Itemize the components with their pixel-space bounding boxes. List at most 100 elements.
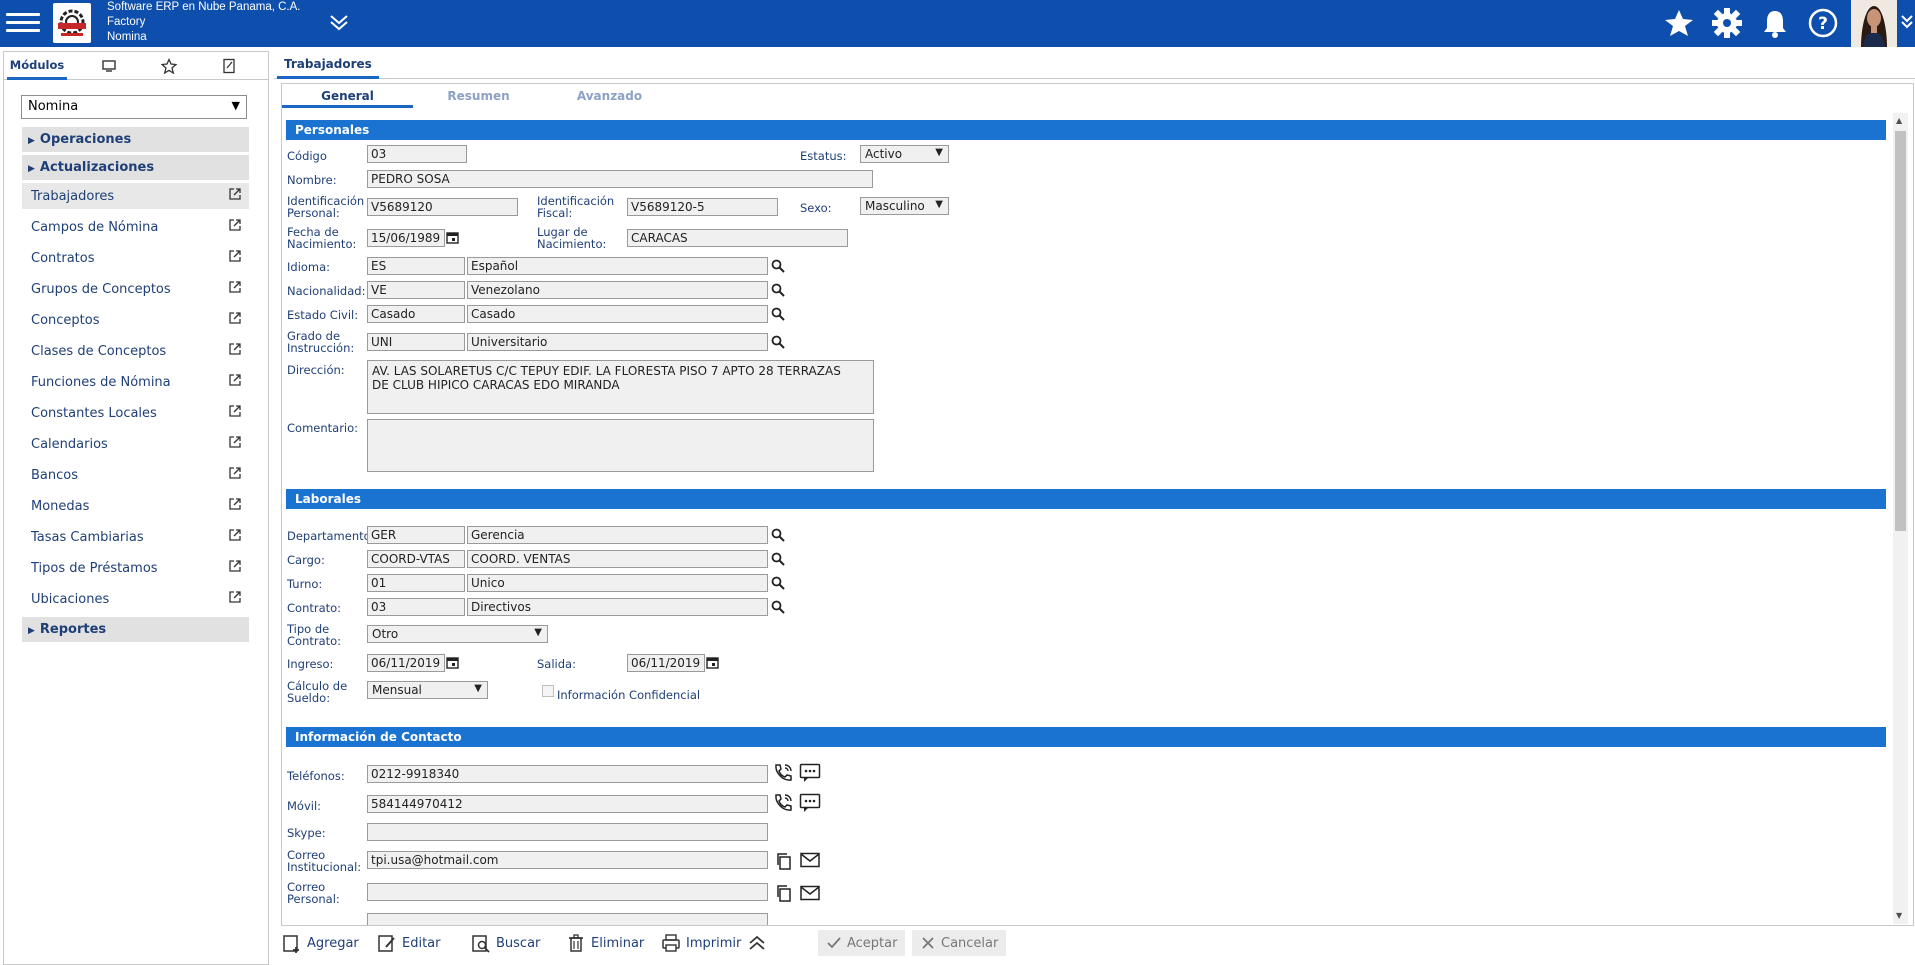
module-select[interactable]: Nomina ▼: [21, 95, 247, 119]
correo-pers-field[interactable]: [367, 883, 768, 901]
sidebar-item[interactable]: Tasas Cambiarias: [22, 524, 249, 550]
double-chevron-down-icon[interactable]: [328, 12, 350, 35]
calendar-icon[interactable]: [446, 656, 459, 672]
direccion-textarea[interactable]: AV. LAS SOLARETUS C/C TEPUY EDIF. LA FLO…: [367, 360, 874, 414]
user-avatar[interactable]: [1851, 0, 1897, 47]
search-icon[interactable]: [771, 600, 785, 617]
monitor-icon[interactable]: [94, 52, 124, 80]
editar-button[interactable]: Editar: [377, 930, 441, 956]
message-icon[interactable]: [799, 763, 821, 786]
grado-code-field[interactable]: UNI: [367, 333, 465, 351]
skype-field[interactable]: [367, 823, 768, 841]
correo-inst-field[interactable]: tpi.usa@hotmail.com: [367, 851, 768, 869]
telefonos-field[interactable]: 0212-9918340: [367, 765, 768, 783]
tipo-contrato-select[interactable]: Otro ▼: [367, 625, 548, 643]
open-external-icon[interactable]: [228, 497, 242, 514]
codigo-field[interactable]: 03: [367, 145, 467, 163]
open-external-icon[interactable]: [228, 528, 242, 545]
scrollbar-thumb[interactable]: [1895, 131, 1906, 531]
open-external-icon[interactable]: [228, 590, 242, 607]
favorites-star-icon[interactable]: [154, 52, 184, 80]
copy-icon[interactable]: [775, 852, 793, 873]
phone-call-icon[interactable]: [772, 793, 794, 816]
message-icon[interactable]: [799, 793, 821, 816]
phone-call-icon[interactable]: [772, 763, 794, 786]
open-external-icon[interactable]: [228, 218, 242, 235]
nacionalidad-code-field[interactable]: VE: [367, 281, 465, 299]
sidebar-item[interactable]: Clases de Conceptos: [22, 338, 249, 364]
collapse-toolbar-button[interactable]: [747, 930, 772, 956]
idioma-code-field[interactable]: ES: [367, 257, 465, 275]
open-external-icon[interactable]: [228, 249, 242, 266]
contrato-code-field[interactable]: 03: [367, 598, 465, 616]
sidebar-item[interactable]: Conceptos: [22, 307, 249, 333]
subtab-resumen[interactable]: Resumen: [413, 84, 544, 108]
departamento-code-field[interactable]: GER: [367, 526, 465, 544]
chevron-down-icon[interactable]: [1900, 12, 1914, 35]
mail-icon[interactable]: [800, 885, 820, 904]
search-icon[interactable]: [771, 552, 785, 569]
imprimir-button[interactable]: Imprimir: [661, 930, 741, 956]
copy-icon[interactable]: [775, 884, 793, 905]
sidebar-item[interactable]: Grupos de Conceptos: [22, 276, 249, 302]
bell-icon[interactable]: [1758, 6, 1792, 40]
sidebar-item[interactable]: Trabajadores: [22, 183, 249, 209]
notes-icon[interactable]: [214, 52, 244, 80]
cargo-code-field[interactable]: COORD-VTAS: [367, 550, 465, 568]
search-icon[interactable]: [771, 307, 785, 324]
confidencial-checkbox[interactable]: [542, 685, 554, 697]
estatus-select[interactable]: Activo ▼: [860, 145, 949, 163]
eliminar-button[interactable]: Eliminar: [566, 930, 644, 956]
comentario-textarea[interactable]: [367, 419, 874, 472]
open-external-icon[interactable]: [228, 187, 242, 204]
open-external-icon[interactable]: [228, 404, 242, 421]
open-external-icon[interactable]: [228, 435, 242, 452]
form-scrollbar[interactable]: ▲ ▼: [1893, 113, 1908, 924]
subtab-general[interactable]: General: [282, 84, 413, 108]
sidebar-item[interactable]: Bancos: [22, 462, 249, 488]
sidebar-item[interactable]: Ubicaciones: [22, 586, 249, 612]
mail-icon[interactable]: [800, 852, 820, 871]
salida-field[interactable]: 06/11/2019: [627, 654, 705, 672]
tab-trabajadores[interactable]: Trabajadores: [277, 51, 379, 79]
tab-modulos[interactable]: Módulos: [7, 52, 67, 80]
agregar-button[interactable]: Agregar: [282, 930, 359, 956]
open-external-icon[interactable]: [228, 311, 242, 328]
sexo-select[interactable]: Masculino ▼: [860, 197, 949, 215]
search-icon[interactable]: [771, 576, 785, 593]
fecha-nac-field[interactable]: 15/06/1989: [367, 229, 445, 247]
section-reportes[interactable]: ▶ Reportes: [22, 617, 249, 642]
search-icon[interactable]: [771, 335, 785, 352]
help-icon[interactable]: ?: [1806, 6, 1840, 40]
sidebar-item[interactable]: Calendarios: [22, 431, 249, 457]
sidebar-item[interactable]: Tipos de Préstamos: [22, 555, 249, 581]
ingreso-field[interactable]: 06/11/2019: [367, 654, 445, 672]
search-icon[interactable]: [771, 259, 785, 276]
next-field-partial[interactable]: [367, 913, 768, 925]
cancelar-button[interactable]: Cancelar: [912, 930, 1007, 956]
nombre-field[interactable]: PEDRO SOSA: [367, 170, 873, 188]
section-operaciones[interactable]: ▶ Operaciones: [22, 127, 249, 152]
open-external-icon[interactable]: [228, 373, 242, 390]
open-external-icon[interactable]: [228, 466, 242, 483]
id-personal-field[interactable]: V5689120: [367, 198, 518, 216]
gear-icon[interactable]: [1710, 6, 1744, 40]
open-external-icon[interactable]: [228, 342, 242, 359]
sidebar-item[interactable]: Monedas: [22, 493, 249, 519]
scroll-up-icon[interactable]: ▲: [1896, 116, 1902, 125]
buscar-button[interactable]: Buscar: [471, 930, 540, 956]
scroll-down-icon[interactable]: ▼: [1896, 911, 1902, 920]
sidebar-item[interactable]: Contratos: [22, 245, 249, 271]
open-external-icon[interactable]: [228, 559, 242, 576]
calculo-sueldo-select[interactable]: Mensual ▼: [367, 681, 488, 699]
search-icon[interactable]: [771, 283, 785, 300]
turno-code-field[interactable]: 01: [367, 574, 465, 592]
subtab-avanzado[interactable]: Avanzado: [544, 84, 675, 108]
movil-field[interactable]: 584144970412: [367, 795, 768, 813]
section-actualizaciones[interactable]: ▶ Actualizaciones: [22, 155, 249, 180]
lugar-nac-field[interactable]: CARACAS: [627, 229, 848, 247]
hamburger-menu-icon[interactable]: [6, 8, 40, 38]
sidebar-item[interactable]: Campos de Nómina: [22, 214, 249, 240]
star-icon[interactable]: [1662, 6, 1696, 40]
estado-civil-code-field[interactable]: Casado: [367, 305, 465, 323]
